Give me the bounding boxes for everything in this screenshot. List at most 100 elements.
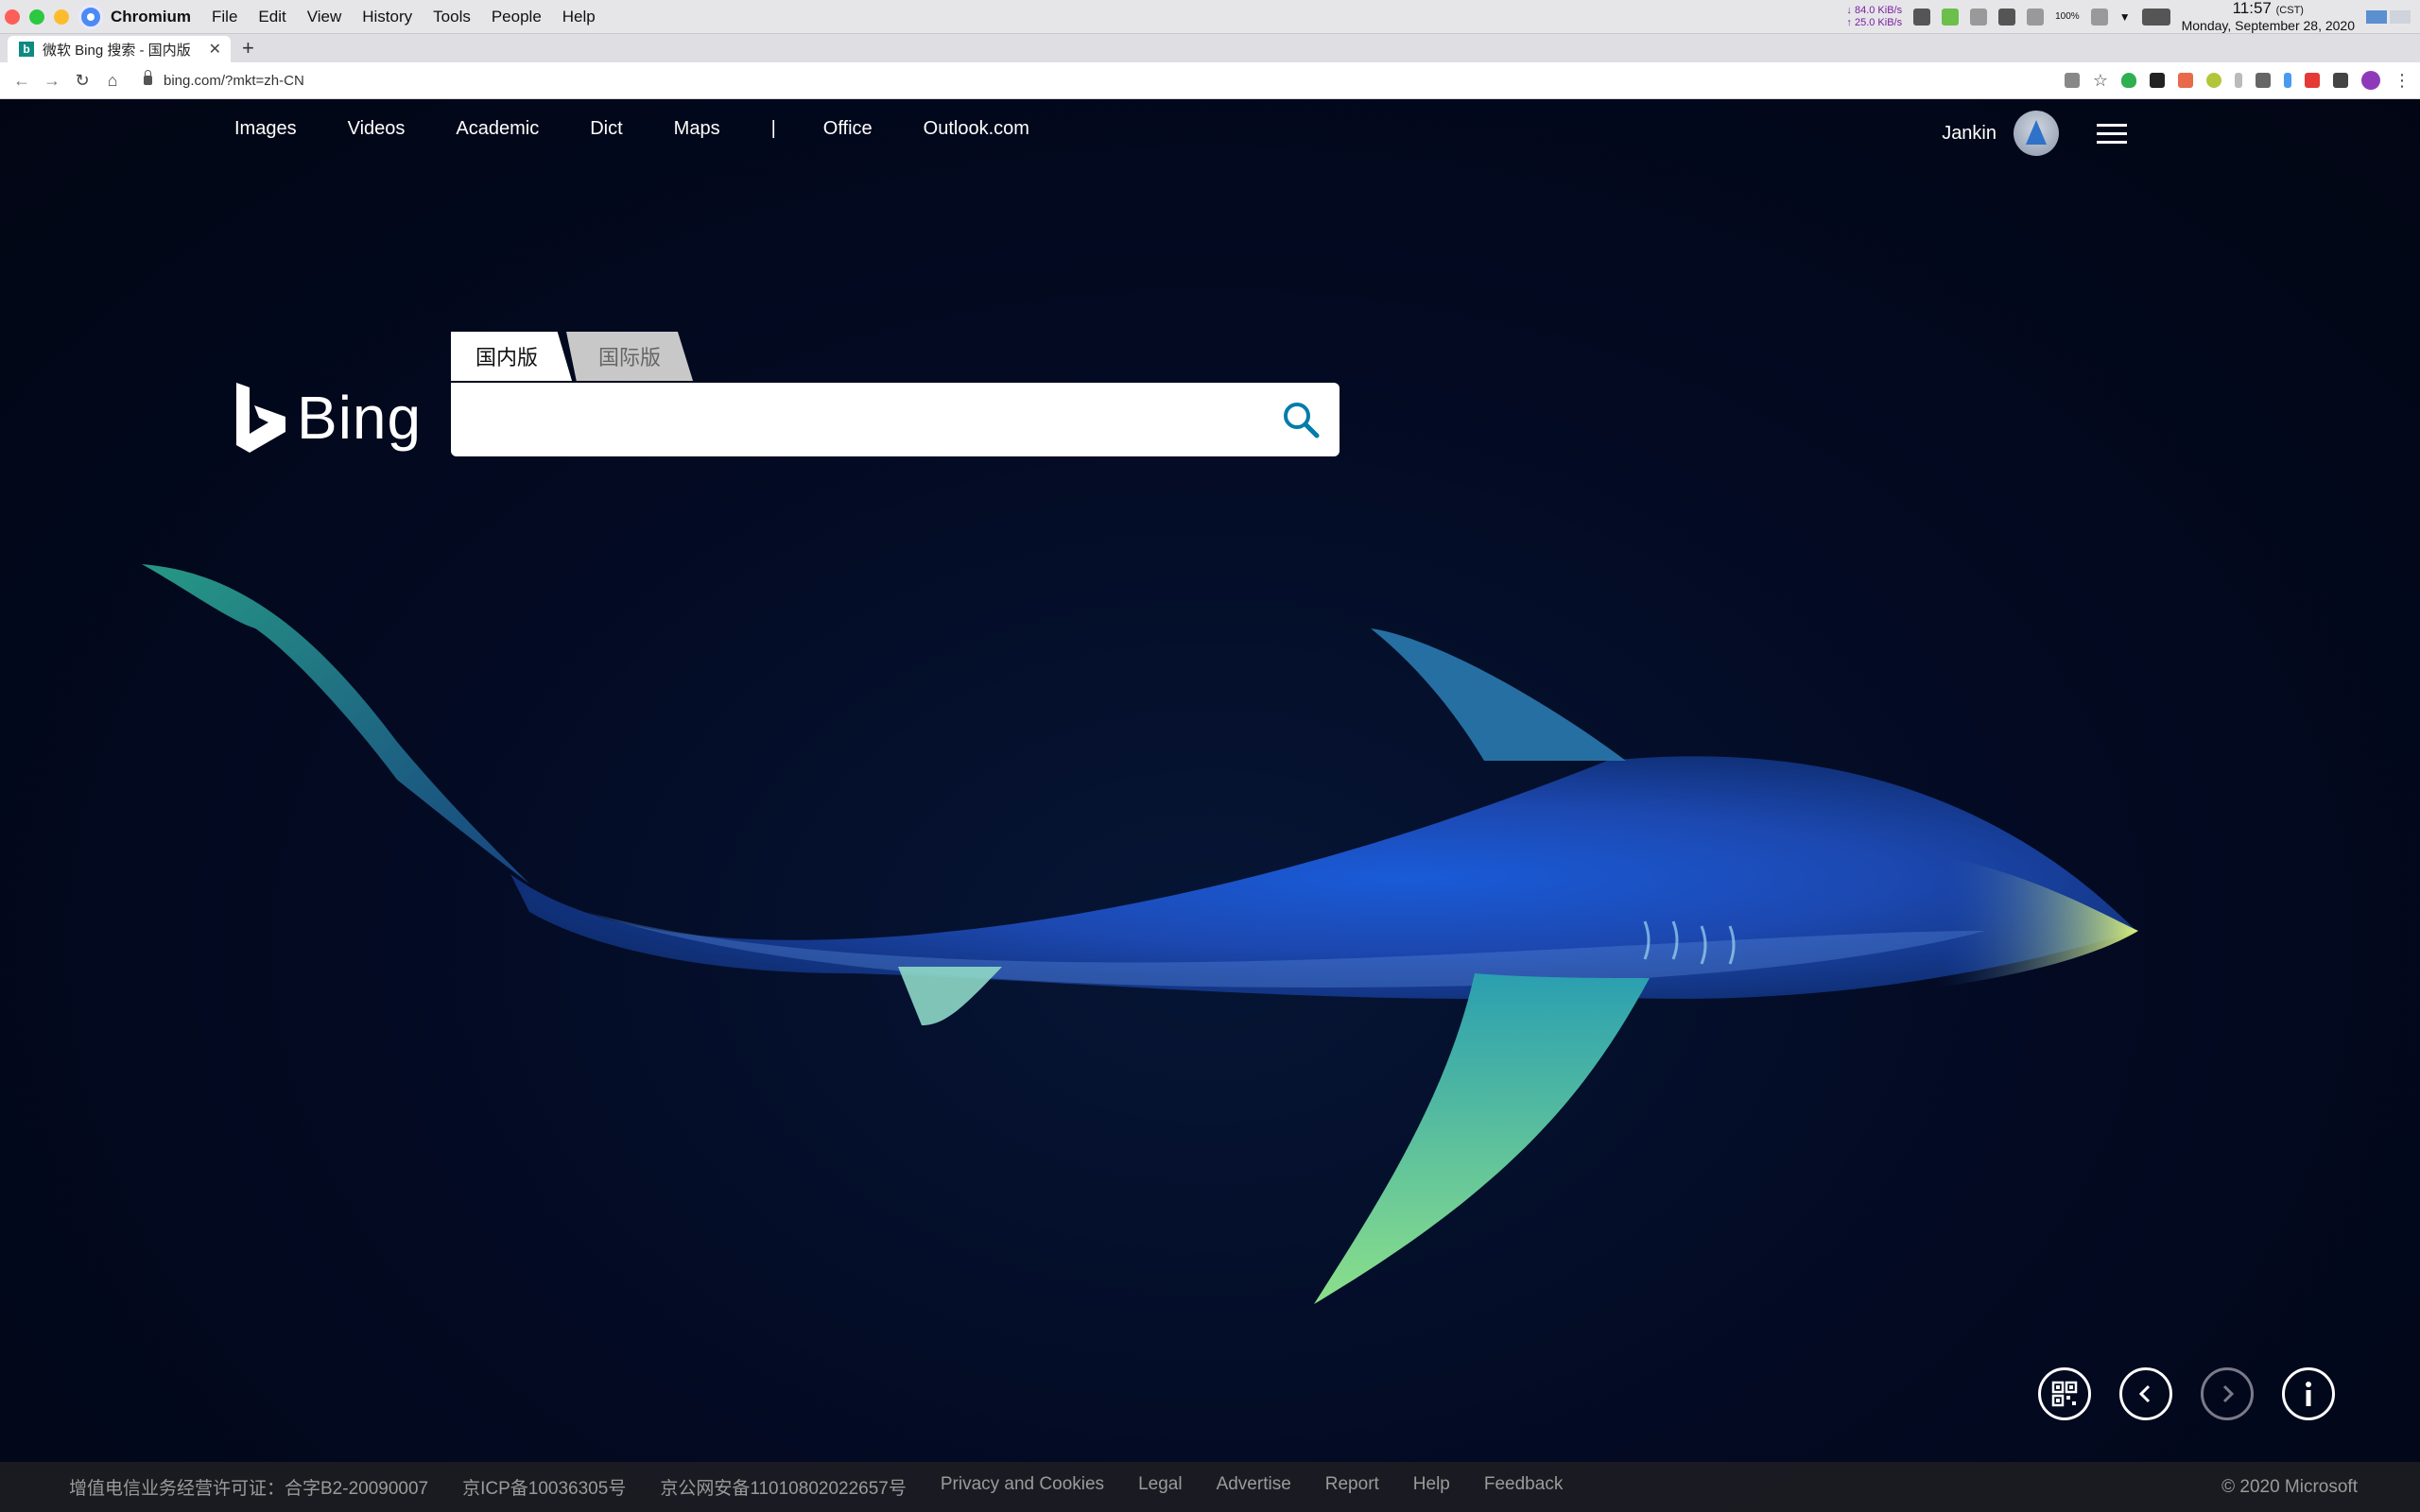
menu-people[interactable]: People: [492, 8, 542, 26]
search-market-tabs: 国内版 国际版: [451, 332, 694, 381]
user-area: Jankin: [1942, 111, 2127, 156]
forward-arrow-icon[interactable]: →: [43, 71, 60, 91]
clock-date: Monday, September 28, 2020: [2181, 17, 2355, 33]
url-text[interactable]: bing.com/?mkt=zh-CN: [164, 73, 304, 89]
lock-icon[interactable]: [144, 70, 152, 85]
clipboard-icon[interactable]: [1970, 8, 1988, 26]
minimize-window-button[interactable]: [54, 9, 69, 25]
address-bar[interactable]: bing.com/?mkt=zh-CN: [144, 70, 304, 89]
chromium-icon: [78, 4, 103, 29]
rss-icon[interactable]: [1942, 8, 1960, 26]
extension-red-icon[interactable]: [2305, 73, 2320, 88]
nav-separator: |: [770, 118, 776, 139]
tray-app-icon[interactable]: [1913, 8, 1931, 26]
footer-links: 增值电信业务经营许可证：合字B2-20090007 京ICP备10036305号…: [69, 1474, 1597, 1500]
more-menu-icon[interactable]: ⋮: [2394, 71, 2411, 91]
nav-images[interactable]: Images: [234, 118, 297, 140]
menu-view[interactable]: View: [307, 8, 342, 26]
footer-license[interactable]: 增值电信业务经营许可证：合字B2-20090007: [69, 1474, 428, 1500]
next-image-button[interactable]: [2201, 1367, 2254, 1420]
menu-history[interactable]: History: [362, 8, 412, 26]
menu-edit[interactable]: Edit: [258, 8, 285, 26]
footer-report[interactable]: Report: [1325, 1474, 1379, 1500]
user-name[interactable]: Jankin: [1942, 123, 1996, 145]
close-icon[interactable]: ✕: [209, 40, 221, 59]
puzzle-icon[interactable]: [2333, 73, 2348, 88]
workspace-2[interactable]: [2390, 9, 2411, 24]
tab-strip: b 微软 Bing 搜索 - 国内版 ✕ +: [0, 34, 2420, 62]
previous-image-icon: [2138, 1384, 2151, 1403]
footer-privacy[interactable]: Privacy and Cookies: [941, 1474, 1104, 1500]
menu-tools[interactable]: Tools: [433, 8, 471, 26]
new-tab-button[interactable]: +: [242, 36, 254, 60]
clock[interactable]: 11:57 (CST) Monday, September 28, 2020: [2181, 0, 2355, 33]
previous-image-button[interactable]: [2119, 1367, 2172, 1420]
close-window-button[interactable]: [5, 9, 20, 25]
translate-icon[interactable]: [2064, 73, 2080, 88]
footer-advertise[interactable]: Advertise: [1217, 1474, 1291, 1500]
system-tray: ↓ 84.0 KiB/s ↑ 25.0 KiB/s 100% ▼ 11:57 (…: [1846, 0, 2420, 33]
extension-orange-icon[interactable]: [2178, 73, 2193, 88]
footer-feedback[interactable]: Feedback: [1484, 1474, 1563, 1500]
bing-logo[interactable]: Bing: [234, 383, 422, 453]
info-icon: [2306, 1382, 2311, 1406]
footer-icp[interactable]: 京ICP备10036305号: [462, 1474, 626, 1500]
net-up: 25.0 KiB/s: [1854, 16, 1903, 28]
tab-bing[interactable]: b 微软 Bing 搜索 - 国内版 ✕: [8, 36, 231, 62]
keyboard-icon[interactable]: [1998, 8, 2016, 26]
clock-time: 11:57: [2232, 0, 2272, 17]
hamburger-menu-icon[interactable]: [2097, 118, 2127, 149]
avatar[interactable]: [2014, 111, 2059, 156]
net-down: 84.0 KiB/s: [1854, 4, 1903, 16]
nav-maps[interactable]: Maps: [674, 118, 720, 140]
app-name[interactable]: Chromium: [111, 8, 191, 26]
qr-code-button[interactable]: [2038, 1367, 2091, 1420]
nav-office[interactable]: Office: [823, 118, 873, 140]
wifi-icon[interactable]: [2090, 8, 2108, 26]
page-footer: 增值电信业务经营许可证：合字B2-20090007 京ICP备10036305号…: [0, 1462, 2420, 1512]
image-info-button[interactable]: [2282, 1367, 2335, 1420]
extension-gray-icon[interactable]: [2235, 73, 2242, 88]
nav-outlook[interactable]: Outlook.com: [924, 118, 1029, 140]
bing-wordmark: Bing: [297, 384, 423, 452]
network-speed: ↓ 84.0 KiB/s ↑ 25.0 KiB/s: [1846, 4, 1903, 28]
tab-international[interactable]: 国际版: [566, 332, 694, 381]
extension-dark-icon[interactable]: [2150, 73, 2165, 88]
workspace-switcher[interactable]: [2366, 9, 2411, 24]
extension-grid-icon[interactable]: [2256, 73, 2271, 88]
shark-background-image: [142, 564, 2138, 1304]
bing-b-icon: [236, 383, 285, 453]
footer-security[interactable]: 京公网安备11010802022657号: [660, 1474, 907, 1500]
nav-videos[interactable]: Videos: [348, 118, 406, 140]
window-controls: [5, 9, 69, 25]
home-icon[interactable]: ⌂: [104, 71, 121, 91]
search-input[interactable]: [474, 398, 1253, 443]
volume-icon[interactable]: [2027, 8, 2045, 26]
chevron-down-icon[interactable]: ▼: [2119, 10, 2131, 24]
image-controls: [2038, 1367, 2335, 1420]
browser-toolbar: ← → ↻ ⌂ bing.com/?mkt=zh-CN ☆ ⋮: [0, 62, 2420, 99]
extension-blue-icon[interactable]: [2284, 73, 2291, 88]
menu-help[interactable]: Help: [562, 8, 596, 26]
bing-favicon-icon: b: [19, 42, 34, 57]
battery-level[interactable]: 100%: [2055, 11, 2080, 22]
maximize-window-button[interactable]: [29, 9, 44, 25]
menu-file[interactable]: File: [212, 8, 237, 26]
extension-green-icon[interactable]: [2206, 73, 2221, 88]
nav-dict[interactable]: Dict: [590, 118, 622, 140]
tab-domestic[interactable]: 国内版: [451, 332, 573, 381]
search-box: [451, 383, 1340, 456]
shield-extension-icon[interactable]: [2121, 73, 2136, 88]
reload-icon[interactable]: ↻: [74, 71, 91, 91]
footer-help[interactable]: Help: [1413, 1474, 1450, 1500]
back-arrow-icon[interactable]: ←: [13, 71, 30, 91]
search-icon[interactable]: [1281, 400, 1321, 439]
copyright: © 2020 Microsoft: [2221, 1476, 2358, 1497]
bookmark-star-icon[interactable]: ☆: [2093, 71, 2108, 91]
tray-avatar-icon[interactable]: [2141, 8, 2170, 26]
workspace-1[interactable]: [2366, 9, 2387, 24]
profile-icon[interactable]: [2361, 71, 2380, 90]
bing-homepage: Images Videos Academic Dict Maps | Offic…: [0, 99, 2420, 1512]
nav-academic[interactable]: Academic: [456, 118, 539, 140]
footer-legal[interactable]: Legal: [1138, 1474, 1183, 1500]
